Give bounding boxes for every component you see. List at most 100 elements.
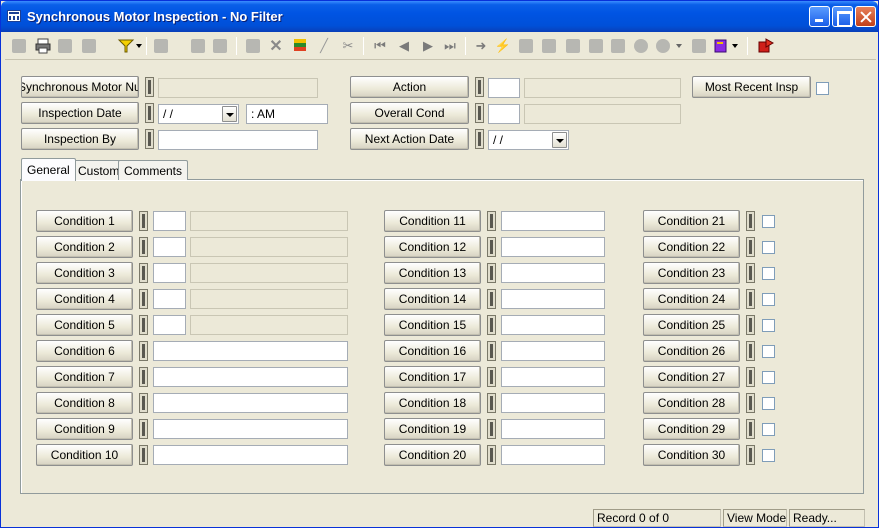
inspection-by-input[interactable] (158, 130, 318, 150)
condition-7-button[interactable]: Condition 7 (36, 366, 133, 388)
inspection-time-input[interactable]: : AM (246, 104, 328, 124)
globe-icon[interactable] (653, 36, 673, 56)
action-button[interactable]: Action (350, 76, 469, 98)
condition-15-button[interactable]: Condition 15 (384, 314, 481, 336)
condition-11-button[interactable]: Condition 11 (384, 210, 481, 232)
pencil-icon[interactable]: ╱ (314, 36, 334, 56)
calc-icon[interactable] (586, 36, 606, 56)
condition-12-button[interactable]: Condition 12 (384, 236, 481, 258)
condition-20-input[interactable] (501, 445, 605, 465)
save-icon[interactable] (243, 36, 263, 56)
book-dropdown-icon[interactable] (731, 36, 739, 56)
condition-13-button[interactable]: Condition 13 (384, 262, 481, 284)
tab-general[interactable]: General (21, 158, 76, 181)
most-recent-insp-button[interactable]: Most Recent Insp (692, 76, 811, 98)
condition-5-button[interactable]: Condition 5 (36, 314, 133, 336)
report-icon[interactable] (151, 36, 171, 56)
condition-19-input[interactable] (501, 419, 605, 439)
grid-icon[interactable] (563, 36, 583, 56)
condition-13-input[interactable] (501, 263, 605, 283)
condition-2-button[interactable]: Condition 2 (36, 236, 133, 258)
inspection-date-button[interactable]: Inspection Date (21, 102, 139, 124)
globe-dropdown-icon[interactable] (675, 36, 683, 56)
condition-12-input[interactable] (501, 237, 605, 257)
chevron-down-icon[interactable] (222, 106, 237, 122)
overall-cond-button[interactable]: Overall Cond (350, 102, 469, 124)
condition-15-input[interactable] (501, 315, 605, 335)
condition-27-button[interactable]: Condition 27 (643, 366, 740, 388)
condition-14-input[interactable] (501, 289, 605, 309)
condition-3-button[interactable]: Condition 3 (36, 262, 133, 284)
condition-27-checkbox[interactable] (762, 371, 775, 384)
tab-comments[interactable]: Comments (118, 160, 189, 180)
condition-18-input[interactable] (501, 393, 605, 413)
delete-icon[interactable]: ✕ (266, 36, 286, 56)
lightning-icon[interactable]: ⚡ (493, 36, 513, 56)
condition-10-button[interactable]: Condition 10 (36, 444, 133, 466)
condition-7-input[interactable] (153, 367, 348, 387)
condition-14-button[interactable]: Condition 14 (384, 288, 481, 310)
condition-17-input[interactable] (501, 367, 605, 387)
asset-number-button[interactable]: Synchronous Motor Numb (21, 76, 139, 98)
condition-17-button[interactable]: Condition 17 (384, 366, 481, 388)
exit-icon[interactable] (755, 36, 775, 56)
condition-10-input[interactable] (153, 445, 348, 465)
condition-23-checkbox[interactable] (762, 267, 775, 280)
condition-16-button[interactable]: Condition 16 (384, 340, 481, 362)
condition-30-button[interactable]: Condition 30 (643, 444, 740, 466)
condition-29-checkbox[interactable] (762, 423, 775, 436)
filter-dropdown-icon[interactable] (135, 36, 143, 56)
condition-9-button[interactable]: Condition 9 (36, 418, 133, 440)
overall-cond-input[interactable] (488, 104, 520, 124)
stack-icon[interactable] (290, 36, 310, 56)
condition-26-checkbox[interactable] (762, 345, 775, 358)
oval-icon[interactable] (631, 36, 651, 56)
condition-28-checkbox[interactable] (762, 397, 775, 410)
keyboard-icon[interactable] (689, 36, 709, 56)
book-icon[interactable] (711, 36, 731, 56)
form-icon[interactable] (9, 36, 29, 56)
inspection-date-input[interactable]: / / (158, 104, 239, 124)
condition-28-button[interactable]: Condition 28 (643, 392, 740, 414)
condition-24-button[interactable]: Condition 24 (643, 288, 740, 310)
maximize-button[interactable] (832, 6, 853, 27)
image-icon[interactable] (608, 36, 628, 56)
condition-21-button[interactable]: Condition 21 (643, 210, 740, 232)
condition-8-button[interactable]: Condition 8 (36, 392, 133, 414)
condition-2-code-input[interactable] (153, 237, 186, 257)
condition-4-code-input[interactable] (153, 289, 186, 309)
condition-6-input[interactable] (153, 341, 348, 361)
title-bar[interactable]: Synchronous Motor Inspection - No Filter (1, 1, 878, 32)
copy-icon[interactable] (188, 36, 208, 56)
condition-3-code-input[interactable] (153, 263, 186, 283)
condition-11-input[interactable] (501, 211, 605, 231)
most-recent-insp-checkbox[interactable] (816, 82, 829, 95)
condition-24-checkbox[interactable] (762, 293, 775, 306)
first-record-icon[interactable]: ⏮ (370, 36, 390, 56)
next-action-date-input[interactable]: / / (488, 130, 569, 150)
condition-22-button[interactable]: Condition 22 (643, 236, 740, 258)
condition-8-input[interactable] (153, 393, 348, 413)
last-record-icon[interactable]: ⏭ (440, 36, 460, 56)
condition-22-checkbox[interactable] (762, 241, 775, 254)
condition-18-button[interactable]: Condition 18 (384, 392, 481, 414)
action-code-input[interactable] (488, 78, 520, 98)
condition-9-input[interactable] (153, 419, 348, 439)
next-action-date-button[interactable]: Next Action Date (350, 128, 469, 150)
preview-icon[interactable] (55, 36, 75, 56)
close-button[interactable] (855, 6, 876, 27)
condition-1-code-input[interactable] (153, 211, 186, 231)
condition-29-button[interactable]: Condition 29 (643, 418, 740, 440)
condition-30-checkbox[interactable] (762, 449, 775, 462)
minimize-button[interactable] (809, 6, 830, 27)
print-icon[interactable] (33, 36, 53, 56)
condition-5-code-input[interactable] (153, 315, 186, 335)
condition-25-checkbox[interactable] (762, 319, 775, 332)
prev-record-icon[interactable]: ◀ (394, 36, 414, 56)
goto-icon[interactable]: ➜ (471, 36, 491, 56)
chevron-down-icon[interactable] (552, 132, 567, 148)
condition-20-button[interactable]: Condition 20 (384, 444, 481, 466)
condition-26-button[interactable]: Condition 26 (643, 340, 740, 362)
condition-21-checkbox[interactable] (762, 215, 775, 228)
condition-23-button[interactable]: Condition 23 (643, 262, 740, 284)
